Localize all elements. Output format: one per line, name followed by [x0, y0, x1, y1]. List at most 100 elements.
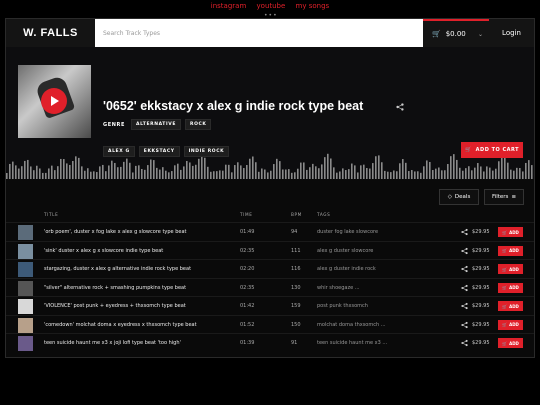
add-button[interactable]: 🛒 ADD	[498, 227, 523, 237]
waveform-bar	[312, 163, 314, 179]
track-thumbnail[interactable]	[18, 225, 33, 240]
table-row[interactable]: 'comedown' molchat doma x eyedress x thx…	[6, 314, 534, 334]
row-title[interactable]: "silver" alternative rock + smashing pum…	[44, 285, 186, 291]
table-row[interactable]: 'VIOLENCE' post punk + eyedress + thxsom…	[6, 296, 534, 315]
share-icon[interactable]	[461, 284, 468, 292]
add-button[interactable]: 🛒 ADD	[498, 245, 523, 256]
cover-art[interactable]	[18, 65, 91, 138]
waveform-bar	[213, 171, 215, 179]
add-to-cart-button[interactable]: 🛒 ADD TO CART	[461, 142, 523, 158]
share-icon[interactable]	[461, 302, 468, 310]
table-row[interactable]: "silver" alternative rock + smashing pum…	[6, 277, 534, 297]
track-thumbnail[interactable]	[18, 243, 33, 259]
track-thumbnail[interactable]	[18, 317, 33, 333]
table-row[interactable]: teen suicide haunt me x3 x joji lofi typ…	[6, 333, 534, 352]
waveform-bar	[18, 168, 20, 179]
cart-icon: 🛒	[502, 285, 508, 290]
waveform-bar	[465, 168, 467, 179]
waveform-bar	[423, 166, 425, 179]
row-title[interactable]: 'sink' duster x alex g x slowcore indie …	[44, 248, 163, 254]
row-title[interactable]: stargazing, duster x alex g alternative …	[44, 266, 191, 272]
waveform-bar	[222, 170, 224, 179]
row-price: $29.95	[472, 229, 490, 235]
add-button[interactable]: 🛒 ADD	[498, 264, 523, 274]
row-tags: molchat doma thxsomch ...	[317, 321, 386, 328]
row-title[interactable]: 'VIOLENCE' post punk + eyedress + thxsom…	[44, 303, 186, 309]
row-title[interactable]: 'comedown' molchat doma x eyedress x thx…	[44, 322, 197, 328]
youtube-link[interactable]: youtube	[257, 2, 286, 10]
waveform-bar	[93, 171, 95, 179]
waveform-bar	[243, 168, 245, 179]
row-tags: teen suicide haunt me x3 ...	[317, 340, 388, 346]
share-icon[interactable]	[461, 339, 468, 347]
deals-button[interactable]: ◇ Deals	[439, 189, 479, 205]
share-icon[interactable]	[461, 228, 468, 236]
waveform-bar	[12, 161, 14, 179]
search-input[interactable]	[95, 19, 423, 47]
waveform-bar	[333, 167, 335, 179]
row-title[interactable]: 'orb poem', duster x fog lake x alex g s…	[44, 229, 186, 235]
share-icon[interactable]	[461, 265, 468, 273]
row-tags: post punk thxsomch	[317, 303, 368, 309]
waveform-bar	[327, 153, 329, 179]
my-songs-link[interactable]: my songs	[296, 2, 330, 10]
waveform-bar	[294, 172, 296, 179]
waveform-bar	[411, 170, 413, 179]
waveform-bar	[414, 171, 416, 179]
track-thumbnail[interactable]	[18, 280, 33, 296]
logo[interactable]: W. FALLS	[6, 19, 95, 47]
genre-tag[interactable]: ROCK	[185, 119, 212, 130]
waveform-bar	[195, 164, 197, 179]
row-time: 01:42	[240, 303, 255, 309]
row-time: 01:52	[240, 321, 255, 328]
waveform-bar	[84, 170, 86, 179]
waveform-bar	[48, 168, 50, 179]
waveform[interactable]	[6, 151, 534, 179]
track-tag[interactable]: ALEX G	[103, 146, 135, 157]
track-tag[interactable]: INDIE ROCK	[183, 146, 230, 157]
waveform-bar	[99, 166, 101, 179]
waveform-bar	[69, 164, 71, 179]
add-button[interactable]: 🛒 ADD	[498, 301, 523, 311]
waveform-bar	[393, 170, 395, 179]
waveform-bar	[300, 162, 302, 179]
add-button[interactable]: 🛒 ADD	[498, 338, 523, 348]
waveform-bar	[180, 169, 182, 179]
share-icon[interactable]	[461, 321, 468, 329]
waveform-bar	[111, 160, 113, 179]
waveform-bar	[90, 171, 92, 179]
waveform-bar	[483, 171, 485, 179]
waveform-bar	[498, 161, 500, 179]
row-bpm: 111	[291, 247, 301, 254]
table-row[interactable]: 'orb poem', duster x fog lake x alex g s…	[6, 222, 534, 241]
track-thumbnail[interactable]	[18, 336, 33, 351]
share-icon[interactable]	[396, 103, 404, 111]
row-tags: duster fog lake slowcore	[317, 229, 379, 235]
table-row[interactable]: stargazing, duster x alex g alternative …	[6, 259, 534, 278]
cart-icon: 🛒	[502, 340, 508, 346]
waveform-bar	[396, 171, 398, 179]
waveform-bar	[33, 170, 35, 179]
play-button[interactable]	[41, 88, 67, 114]
instagram-link[interactable]: instagram	[211, 2, 247, 10]
tag-icon: ◇	[447, 194, 452, 200]
share-icon[interactable]	[461, 247, 468, 255]
add-button[interactable]: 🛒 ADD	[498, 319, 523, 330]
cart-button[interactable]: 🛒 $0.00 ⌄	[423, 19, 489, 47]
top-nav: instagram youtube my songs •••	[0, 2, 540, 19]
track-tag[interactable]: EKKSTACY	[138, 146, 180, 157]
waveform-bar	[528, 160, 530, 179]
filters-button[interactable]: Filters ≡	[484, 189, 524, 205]
track-thumbnail[interactable]	[18, 299, 33, 314]
login-button[interactable]: Login	[489, 19, 534, 47]
genre-tag[interactable]: ALTERNATIVE	[130, 119, 181, 130]
add-button[interactable]: 🛒 ADD	[498, 282, 523, 293]
waveform-bar	[264, 169, 266, 179]
waveform-bar	[192, 165, 194, 179]
waveform-bar	[39, 168, 41, 179]
waveform-bar	[75, 156, 77, 179]
row-title[interactable]: teen suicide haunt me x3 x joji lofi typ…	[44, 340, 181, 346]
waveform-bar	[279, 161, 281, 179]
track-thumbnail[interactable]	[18, 262, 33, 277]
table-row[interactable]: 'sink' duster x alex g x slowcore indie …	[6, 240, 534, 260]
